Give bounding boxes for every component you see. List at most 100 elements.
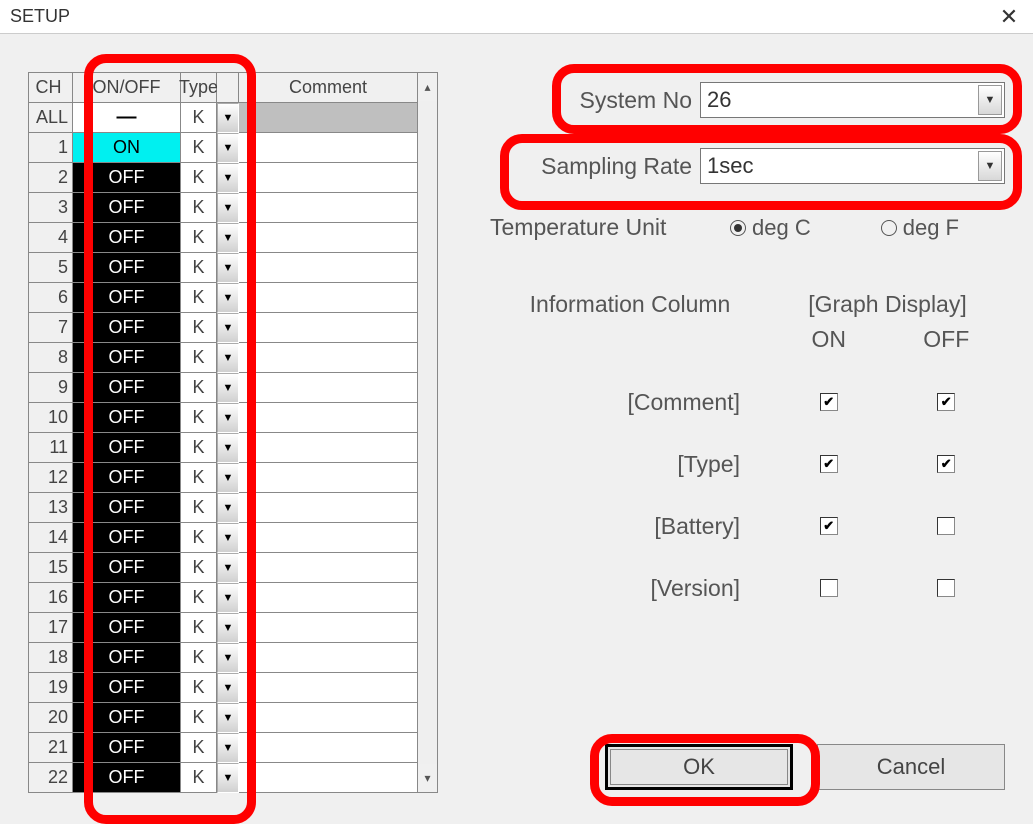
row-onoff[interactable]: OFF (73, 193, 181, 223)
all-type[interactable]: K (181, 103, 217, 133)
row-onoff[interactable]: OFF (73, 673, 181, 703)
row-type[interactable]: K (181, 313, 217, 343)
row-type[interactable]: K (181, 493, 217, 523)
row-type[interactable]: K (181, 643, 217, 673)
row-type-dropdown[interactable]: ▼ (217, 253, 239, 283)
row-comment[interactable] (239, 733, 418, 763)
row-type[interactable]: K (181, 283, 217, 313)
row-comment[interactable] (239, 433, 418, 463)
row-comment[interactable] (239, 223, 418, 253)
row-type[interactable]: K (181, 583, 217, 613)
row-comment[interactable] (239, 613, 418, 643)
row-type[interactable]: K (181, 133, 217, 163)
grid-scrollbar[interactable]: ▴ ▾ (418, 73, 438, 793)
row-type-dropdown[interactable]: ▼ (217, 763, 239, 793)
row-onoff[interactable]: OFF (73, 283, 181, 313)
row-type-dropdown[interactable]: ▼ (217, 553, 239, 583)
row-comment[interactable] (239, 763, 418, 793)
row-type[interactable]: K (181, 613, 217, 643)
row-comment[interactable] (239, 673, 418, 703)
checkbox-on[interactable]: ✔ (820, 517, 838, 535)
row-type[interactable]: K (181, 463, 217, 493)
row-onoff[interactable]: OFF (73, 553, 181, 583)
row-type-dropdown[interactable]: ▼ (217, 373, 239, 403)
row-comment[interactable] (239, 703, 418, 733)
close-icon[interactable]: ✕ (989, 4, 1029, 30)
all-type-dropdown[interactable]: ▼ (217, 103, 239, 133)
row-comment[interactable] (239, 373, 418, 403)
row-type[interactable]: K (181, 553, 217, 583)
row-comment[interactable] (239, 463, 418, 493)
row-type-dropdown[interactable]: ▼ (217, 733, 239, 763)
row-type[interactable]: K (181, 403, 217, 433)
radio-degc[interactable]: deg C (730, 215, 811, 241)
chevron-down-icon[interactable]: ▼ (978, 85, 1002, 115)
row-comment[interactable] (239, 163, 418, 193)
all-comment[interactable] (239, 103, 418, 133)
row-comment[interactable] (239, 343, 418, 373)
row-comment[interactable] (239, 283, 418, 313)
row-onoff[interactable]: OFF (73, 493, 181, 523)
row-comment[interactable] (239, 523, 418, 553)
checkbox-on[interactable]: ✔ (820, 455, 838, 473)
all-onoff[interactable]: ― (73, 103, 181, 133)
row-type-dropdown[interactable]: ▼ (217, 343, 239, 373)
row-comment[interactable] (239, 403, 418, 433)
row-onoff[interactable]: OFF (73, 643, 181, 673)
row-onoff[interactable]: OFF (73, 463, 181, 493)
row-type[interactable]: K (181, 253, 217, 283)
chevron-down-icon[interactable]: ▼ (978, 151, 1002, 181)
row-type-dropdown[interactable]: ▼ (217, 223, 239, 253)
row-comment[interactable] (239, 583, 418, 613)
row-type-dropdown[interactable]: ▼ (217, 403, 239, 433)
checkbox-on[interactable]: ✔ (820, 393, 838, 411)
row-type[interactable]: K (181, 373, 217, 403)
row-type-dropdown[interactable]: ▼ (217, 703, 239, 733)
row-onoff[interactable]: OFF (73, 373, 181, 403)
checkbox-on[interactable] (820, 579, 838, 597)
row-type-dropdown[interactable]: ▼ (217, 523, 239, 553)
row-type-dropdown[interactable]: ▼ (217, 283, 239, 313)
row-type[interactable]: K (181, 163, 217, 193)
checkbox-off[interactable]: ✔ (937, 393, 955, 411)
row-comment[interactable] (239, 553, 418, 583)
row-type-dropdown[interactable]: ▼ (217, 613, 239, 643)
row-type[interactable]: K (181, 673, 217, 703)
row-type-dropdown[interactable]: ▼ (217, 493, 239, 523)
row-comment[interactable] (239, 313, 418, 343)
sampling-rate-combo[interactable]: 1sec ▼ (700, 148, 1005, 184)
row-comment[interactable] (239, 133, 418, 163)
scroll-down-icon[interactable]: ▾ (418, 764, 437, 792)
row-type-dropdown[interactable]: ▼ (217, 463, 239, 493)
row-type-dropdown[interactable]: ▼ (217, 643, 239, 673)
row-onoff[interactable]: OFF (73, 163, 181, 193)
row-onoff[interactable]: OFF (73, 583, 181, 613)
row-type-dropdown[interactable]: ▼ (217, 583, 239, 613)
row-onoff[interactable]: ON (73, 133, 181, 163)
row-type[interactable]: K (181, 223, 217, 253)
row-type-dropdown[interactable]: ▼ (217, 133, 239, 163)
row-onoff[interactable]: OFF (73, 763, 181, 793)
row-type[interactable]: K (181, 433, 217, 463)
row-comment[interactable] (239, 493, 418, 523)
row-type-dropdown[interactable]: ▼ (217, 313, 239, 343)
radio-degf[interactable]: deg F (881, 215, 959, 241)
row-onoff[interactable]: OFF (73, 433, 181, 463)
row-onoff[interactable]: OFF (73, 703, 181, 733)
checkbox-off[interactable] (937, 517, 955, 535)
row-comment[interactable] (239, 193, 418, 223)
checkbox-off[interactable]: ✔ (937, 455, 955, 473)
checkbox-off[interactable] (937, 579, 955, 597)
row-onoff[interactable]: OFF (73, 613, 181, 643)
system-no-combo[interactable]: 26 ▼ (700, 82, 1005, 118)
cancel-button[interactable]: Cancel (817, 744, 1005, 790)
row-type[interactable]: K (181, 733, 217, 763)
row-comment[interactable] (239, 643, 418, 673)
row-type[interactable]: K (181, 193, 217, 223)
row-type[interactable]: K (181, 703, 217, 733)
scroll-track[interactable] (418, 101, 437, 764)
scroll-up-icon[interactable]: ▴ (418, 73, 437, 101)
row-onoff[interactable]: OFF (73, 253, 181, 283)
row-type[interactable]: K (181, 523, 217, 553)
row-type-dropdown[interactable]: ▼ (217, 673, 239, 703)
